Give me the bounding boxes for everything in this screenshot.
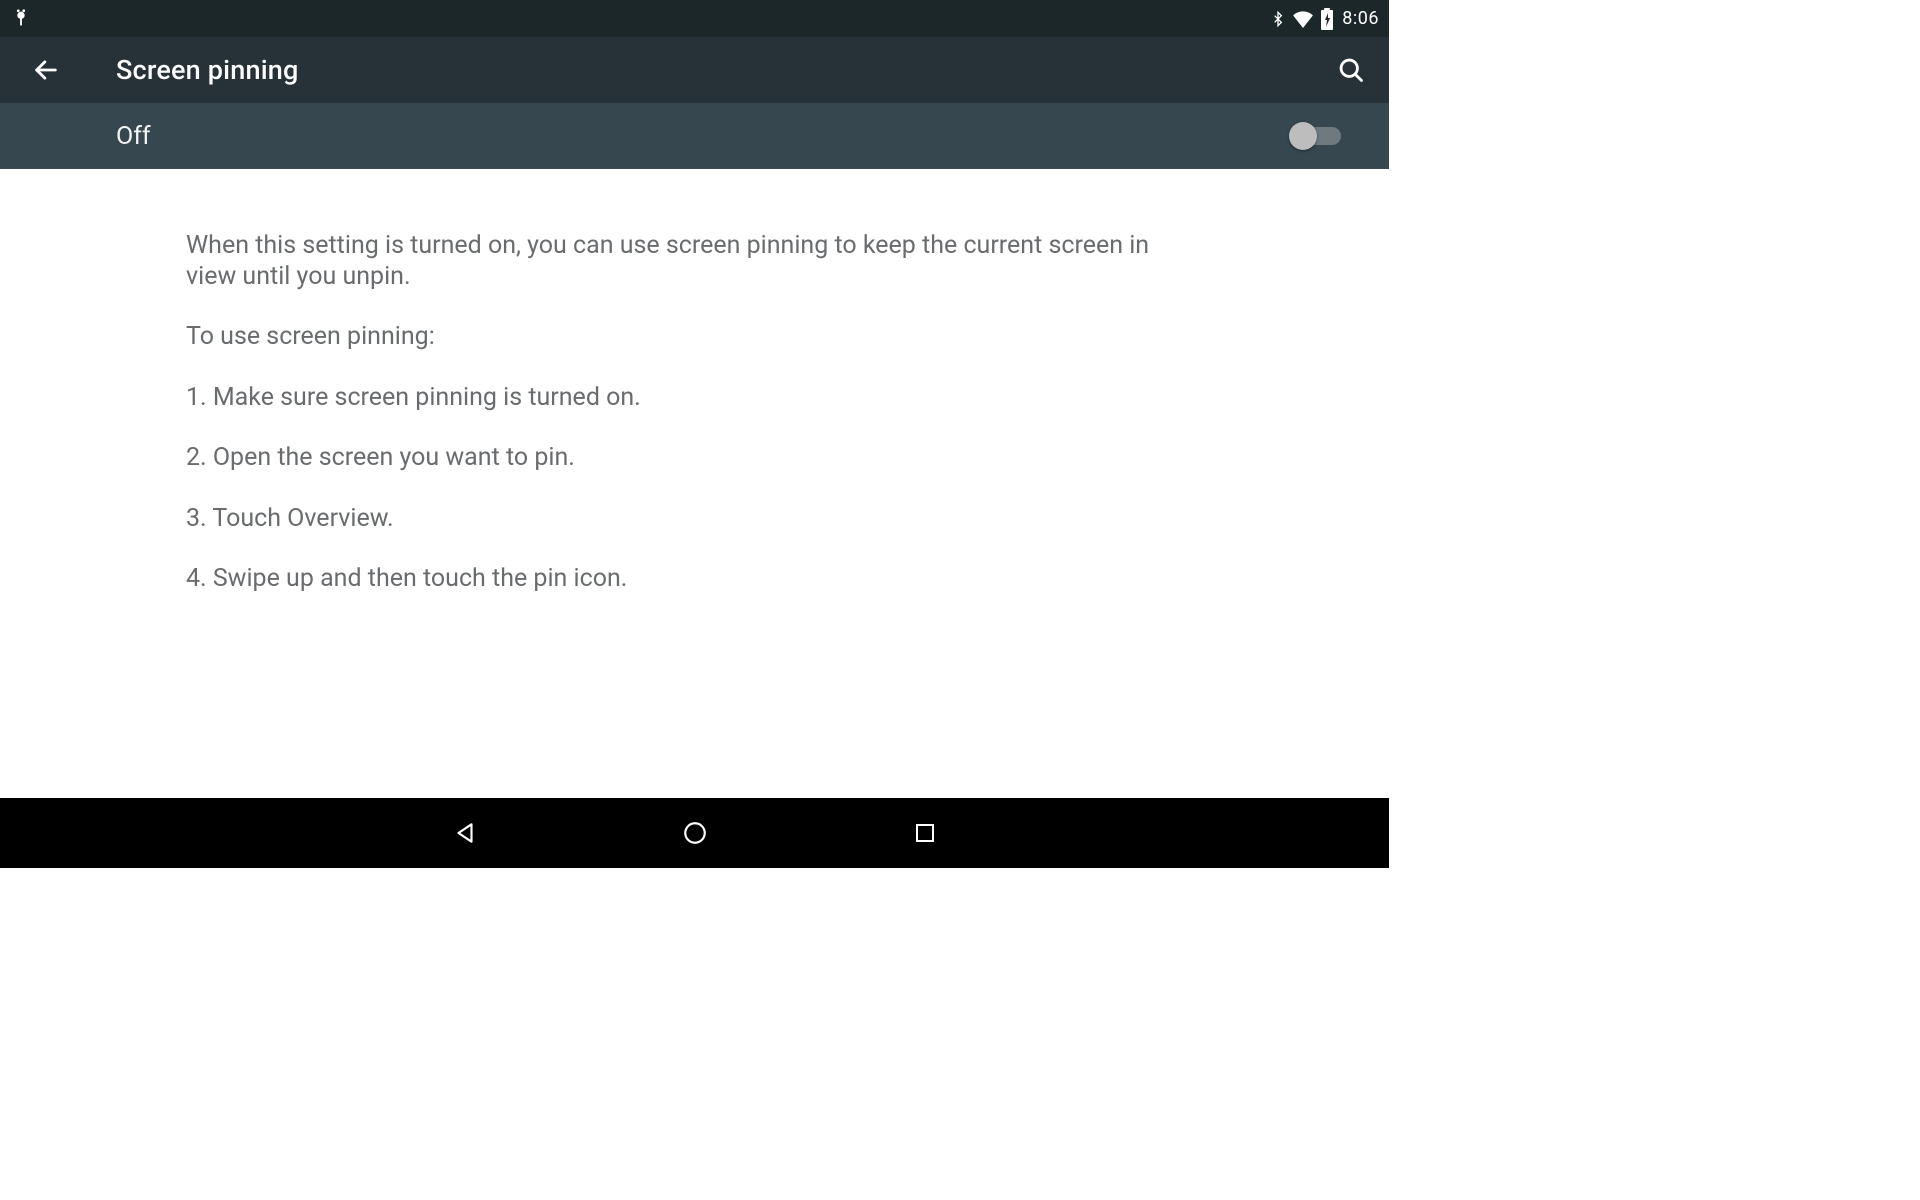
nav-home-button[interactable] (675, 813, 715, 853)
debug-icon (10, 8, 32, 30)
toggle-state-label: Off (116, 122, 151, 151)
description-step: 3. Touch Overview. (186, 504, 1203, 535)
page-title: Screen pinning (116, 54, 299, 86)
navigation-bar (0, 798, 1389, 868)
master-toggle-row[interactable]: Off (0, 103, 1389, 169)
arrow-left-icon (32, 56, 60, 84)
status-bar: 8:06 (0, 0, 1389, 37)
description-step: 2. Open the screen you want to pin. (186, 443, 1203, 474)
status-left (10, 8, 32, 30)
search-button[interactable] (1331, 50, 1371, 90)
wifi-icon (1292, 10, 1314, 28)
description-howto-heading: To use screen pinning: (186, 322, 1203, 353)
nav-back-button[interactable] (445, 813, 485, 853)
triangle-back-icon (452, 820, 478, 846)
content-area: When this setting is turned on, you can … (0, 169, 1389, 595)
nav-overview-button[interactable] (905, 813, 945, 853)
description-step: 4. Swipe up and then touch the pin icon. (186, 564, 1203, 595)
search-icon (1337, 56, 1365, 84)
description-intro: When this setting is turned on, you can … (186, 231, 1203, 292)
status-right: 8:06 (1270, 8, 1379, 30)
toggle-switch[interactable] (1291, 127, 1341, 145)
square-overview-icon (913, 821, 937, 845)
toggle-switch-knob (1289, 122, 1317, 150)
app-bar: Screen pinning (0, 37, 1389, 103)
bluetooth-icon (1270, 8, 1286, 30)
status-time: 8:06 (1342, 8, 1379, 29)
circle-home-icon (682, 820, 708, 846)
description-step: 1. Make sure screen pinning is turned on… (186, 383, 1203, 414)
back-button[interactable] (26, 50, 66, 90)
battery-charging-icon (1320, 8, 1334, 30)
